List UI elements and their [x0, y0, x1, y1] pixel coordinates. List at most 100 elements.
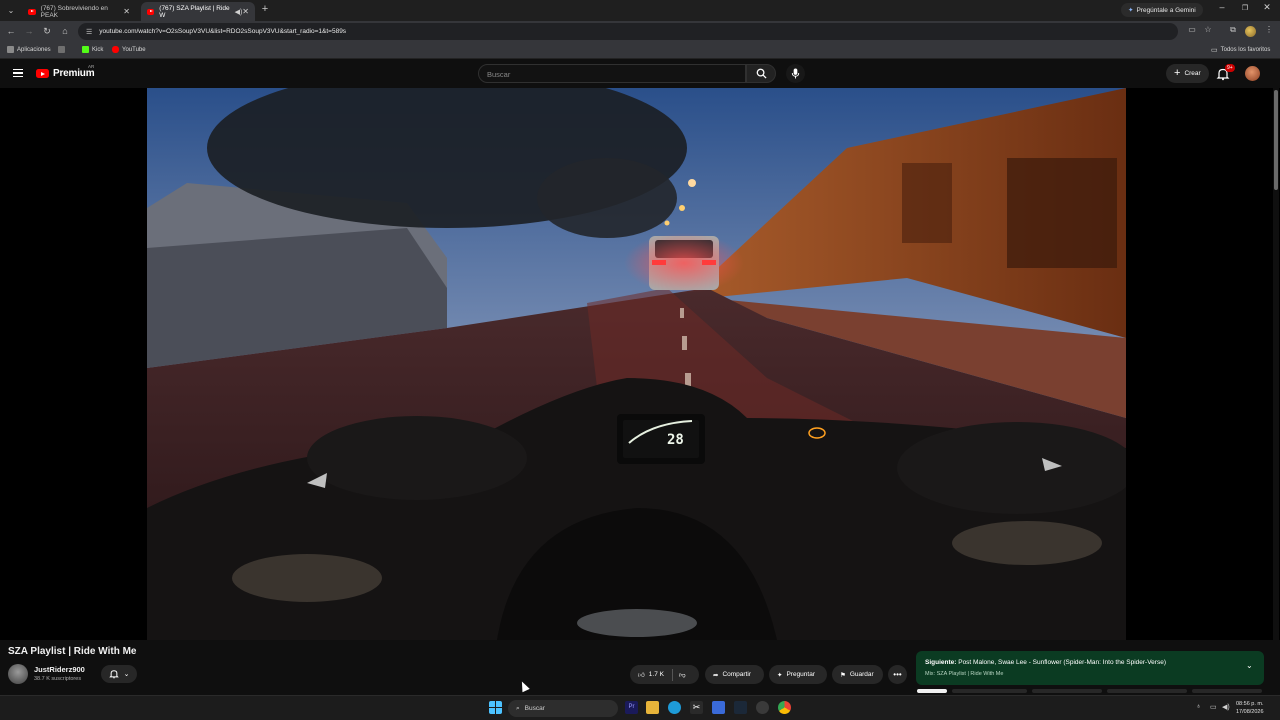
- chevron-down-icon[interactable]: ⌄: [1246, 661, 1253, 670]
- bookmark-label: Todos los favoritos: [1220, 47, 1271, 53]
- reload-icon[interactable]: ↻: [40, 24, 54, 38]
- search-icon: ⌕: [516, 704, 520, 712]
- bookmark-all[interactable]: ▭ Todos los favoritos: [1211, 46, 1270, 54]
- tab-sza-playlist[interactable]: (767) SZA Playlist | Ride W ◀) ✕: [141, 2, 255, 21]
- forward-arrow-icon[interactable]: →: [22, 24, 36, 38]
- account-avatar[interactable]: [1245, 66, 1260, 81]
- premiere-icon[interactable]: Pr: [625, 701, 638, 714]
- site-info-icon[interactable]: ☰: [86, 28, 92, 36]
- share-label: Compartir: [722, 671, 751, 678]
- up-next-card[interactable]: Siguiente: Post Malone, Swae Lee - Sunfl…: [916, 651, 1264, 685]
- up-next-title: Post Malone, Swae Lee - Sunflower (Spide…: [958, 659, 1166, 666]
- speaker-icon[interactable]: ◀): [235, 8, 243, 16]
- thumbs-down-icon: 👎︎: [678, 671, 686, 679]
- bell-icon: [108, 670, 119, 679]
- bookmark-kick[interactable]: Kick: [82, 46, 103, 53]
- thumbs-up-icon: 👍︎: [638, 671, 645, 679]
- youtube-premium-logo[interactable]: Premium AR: [36, 64, 95, 79]
- bookmark-star-icon[interactable]: ☆: [1202, 25, 1214, 37]
- tab-close-icon[interactable]: ✕: [123, 7, 130, 16]
- up-next-label: Siguiente:: [925, 659, 957, 666]
- browser-toolbar: ← → ↻ ⌂ ☰ youtube.com/watch?v=O2sSoupV3V…: [0, 21, 1280, 42]
- youtube-favicon-icon: [147, 8, 155, 15]
- video-player[interactable]: 28: [147, 88, 1126, 640]
- logo-text: Premium: [53, 68, 95, 79]
- maximize-button[interactable]: ❐: [1234, 4, 1256, 12]
- up-next-title-line: Siguiente: Post Malone, Swae Lee - Sunfl…: [925, 659, 1166, 666]
- microphone-tray-icon[interactable]: ♁: [1196, 703, 1201, 710]
- bookmark-icon: ⚑: [840, 671, 846, 679]
- tab-close-icon[interactable]: ✕: [242, 7, 249, 16]
- steam-icon[interactable]: [734, 701, 747, 714]
- subscriber-count: 38.7 K suscriptores: [34, 676, 82, 682]
- capcut-icon[interactable]: ✂: [690, 701, 703, 714]
- edge-icon[interactable]: [668, 701, 681, 714]
- browser-menu-icon[interactable]: ⋮: [1263, 25, 1275, 37]
- network-icon[interactable]: ▭: [1210, 703, 1217, 711]
- windows-start-icon[interactable]: [489, 701, 502, 714]
- like-dislike-group: 👍︎ 1.7 K 👎︎: [630, 665, 699, 684]
- browser-tab-strip: ⌄ (767) Sobreviviendo en PEAK ✕ (767) SZ…: [0, 0, 1280, 21]
- save-button[interactable]: ⚑ Guardar: [832, 665, 883, 684]
- sparkle-icon: ✦: [777, 671, 783, 679]
- taskbar-search-label: Buscar: [524, 705, 545, 712]
- chip[interactable]: [1107, 689, 1187, 693]
- back-arrow-icon[interactable]: ←: [4, 24, 18, 38]
- voice-search-button[interactable]: [786, 64, 805, 83]
- bookmark-apps[interactable]: Aplicaciones: [7, 46, 51, 53]
- notification-count-badge: 9+: [1225, 64, 1235, 72]
- share-button[interactable]: ➦ Compartir: [705, 665, 764, 684]
- chip[interactable]: [917, 689, 947, 693]
- up-next-subtitle: Mix: SZA Playlist | Ride With Me: [925, 671, 1004, 677]
- folder-icon: ▭: [1211, 47, 1218, 54]
- obs-icon[interactable]: [756, 701, 769, 714]
- bookmarks-bar: Aplicaciones Kick YouTube ▭ Todos los fa…: [0, 42, 1280, 59]
- file-explorer-icon[interactable]: [646, 701, 659, 714]
- chips-row: [0, 689, 1280, 694]
- microphone-icon: [791, 68, 800, 79]
- tab-title: (767) SZA Playlist | Ride W: [159, 4, 230, 19]
- tab-peak[interactable]: (767) Sobreviviendo en PEAK ✕: [22, 2, 136, 21]
- taskbar-search[interactable]: ⌕ Buscar: [508, 700, 618, 717]
- clock-time: 08:56 p. m.: [1236, 701, 1264, 707]
- bookmark-youtube[interactable]: YouTube: [112, 46, 146, 53]
- cast-icon[interactable]: ▭: [1186, 25, 1198, 37]
- video-frame-image: 28: [147, 88, 1126, 640]
- scrollbar-thumb[interactable]: [1274, 90, 1278, 190]
- search-icon: [756, 68, 767, 79]
- ask-button[interactable]: ✦ Preguntar: [769, 665, 827, 684]
- dislike-button[interactable]: 👎︎: [673, 665, 692, 684]
- chip[interactable]: [1192, 689, 1262, 693]
- volume-icon[interactable]: ◀): [1222, 703, 1230, 711]
- subscription-bell-button[interactable]: ⌄: [101, 665, 137, 683]
- channel-name[interactable]: JustRiderz900: [34, 665, 85, 674]
- bookmark-label: Kick: [92, 46, 104, 53]
- bookmark-grid[interactable]: [58, 46, 65, 53]
- address-bar[interactable]: ☰ youtube.com/watch?v=O2sSoupV3VU&list=R…: [78, 23, 1178, 40]
- extensions-icon[interactable]: ⧉: [1227, 25, 1239, 37]
- like-button[interactable]: 👍︎ 1.7 K: [630, 665, 672, 684]
- home-icon[interactable]: ⌂: [58, 24, 72, 38]
- gemini-button[interactable]: ✦ Pregúntale a Gemini: [1121, 3, 1203, 17]
- channel-avatar[interactable]: [8, 664, 28, 684]
- chip[interactable]: [1032, 689, 1102, 693]
- search-button[interactable]: [746, 64, 776, 83]
- new-tab-button[interactable]: +: [258, 3, 272, 15]
- chrome-icon[interactable]: [778, 701, 791, 714]
- tab-search-icon[interactable]: ⌄: [4, 3, 18, 17]
- taskbar-clock[interactable]: 08:56 p. m. 17/08/2026: [1236, 700, 1264, 716]
- page-scrollbar[interactable]: [1273, 88, 1279, 690]
- video-title: SZA Playlist | Ride With Me: [8, 646, 137, 657]
- create-button[interactable]: + Crear: [1166, 64, 1209, 83]
- menu-icon[interactable]: [13, 69, 23, 77]
- youtube-icon: [112, 46, 119, 53]
- chip[interactable]: [952, 689, 1027, 693]
- more-actions-button[interactable]: •••: [888, 665, 907, 684]
- search-input[interactable]: Buscar: [478, 64, 746, 83]
- store-icon[interactable]: [712, 701, 725, 714]
- minimize-button[interactable]: –: [1211, 2, 1233, 12]
- tab-title: (767) Sobreviviendo en PEAK: [40, 4, 108, 19]
- window-close-button[interactable]: ✕: [1256, 2, 1278, 13]
- bookmark-label: YouTube: [122, 46, 146, 53]
- browser-profile-avatar[interactable]: [1245, 26, 1256, 37]
